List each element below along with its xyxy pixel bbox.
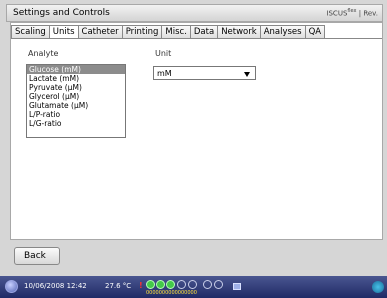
back-button-label: Back [24,251,46,261]
unit-label: Unit [155,49,172,58]
tab-qa[interactable]: QA [305,25,326,39]
tab-units[interactable]: Units [49,25,79,39]
analyte-item-pyruvate[interactable]: Pyruvate (µM) [27,83,125,92]
brand-superscript: flex [347,8,357,14]
tab-printing[interactable]: Printing [122,25,163,39]
settings-panel: Scaling Units Catheter Printing Misc. Da… [10,22,383,240]
screen: Settings and Controls ISCUSflex | Rev. S… [0,0,387,298]
brand-name: ISCUS [326,9,348,18]
tab-divider [11,38,382,39]
analyte-item-glycerol[interactable]: Glycerol (µM) [27,92,125,101]
start-button-icon[interactable] [5,280,18,293]
analyte-item-glucose[interactable]: Glucose (mM) [27,65,125,74]
analyte-item-lg-ratio[interactable]: L/G-ratio [27,119,125,128]
unit-select[interactable]: mM [153,66,256,80]
tab-bar: Scaling Units Catheter Printing Misc. Da… [11,25,326,39]
analyte-item-lactate[interactable]: Lactate (mM) [27,74,125,83]
status-light-5 [188,280,197,289]
tab-analyses[interactable]: Analyses [260,25,306,39]
taskbar: 10/06/2008 12:42 27.6 °C ! 0000000000000… [0,276,387,298]
temperature-readout: 27.6 °C [105,282,132,290]
status-light-2 [156,280,165,289]
status-light-4 [177,280,186,289]
status-light-7 [214,280,223,289]
status-light-1 [146,280,155,289]
unit-select-value: mM [157,69,172,78]
tab-data[interactable]: Data [190,25,219,39]
analyte-list[interactable]: Glucose (mM) Lactate (mM) Pyruvate (µM) … [26,64,126,138]
system-tray-globe-icon[interactable] [372,281,384,293]
title-bar: Settings and Controls ISCUSflex | Rev. [6,4,383,22]
analyte-item-lp-ratio[interactable]: L/P-ratio [27,110,125,119]
tab-misc[interactable]: Misc. [162,25,191,39]
network-tray-icon[interactable] [233,283,241,290]
back-button[interactable]: Back [14,247,60,265]
tab-scaling[interactable]: Scaling [11,25,50,39]
chevron-down-icon[interactable] [244,72,250,77]
window-title: Settings and Controls [13,8,110,18]
tab-catheter[interactable]: Catheter [78,25,123,39]
analyte-item-glutamate[interactable]: Glutamate (µM) [27,101,125,110]
analyte-label: Analyte [28,49,59,58]
warning-icon: ! [139,281,143,290]
status-light-3 [166,280,175,289]
status-digits: 0000000000000000 [146,290,197,296]
tab-network[interactable]: Network [218,25,261,39]
brand-suffix: | Rev. [358,9,378,18]
status-light-6 [203,280,212,289]
brand-logo: ISCUSflex | Rev. [326,8,378,17]
date-time: 10/06/2008 12:42 [24,282,87,290]
